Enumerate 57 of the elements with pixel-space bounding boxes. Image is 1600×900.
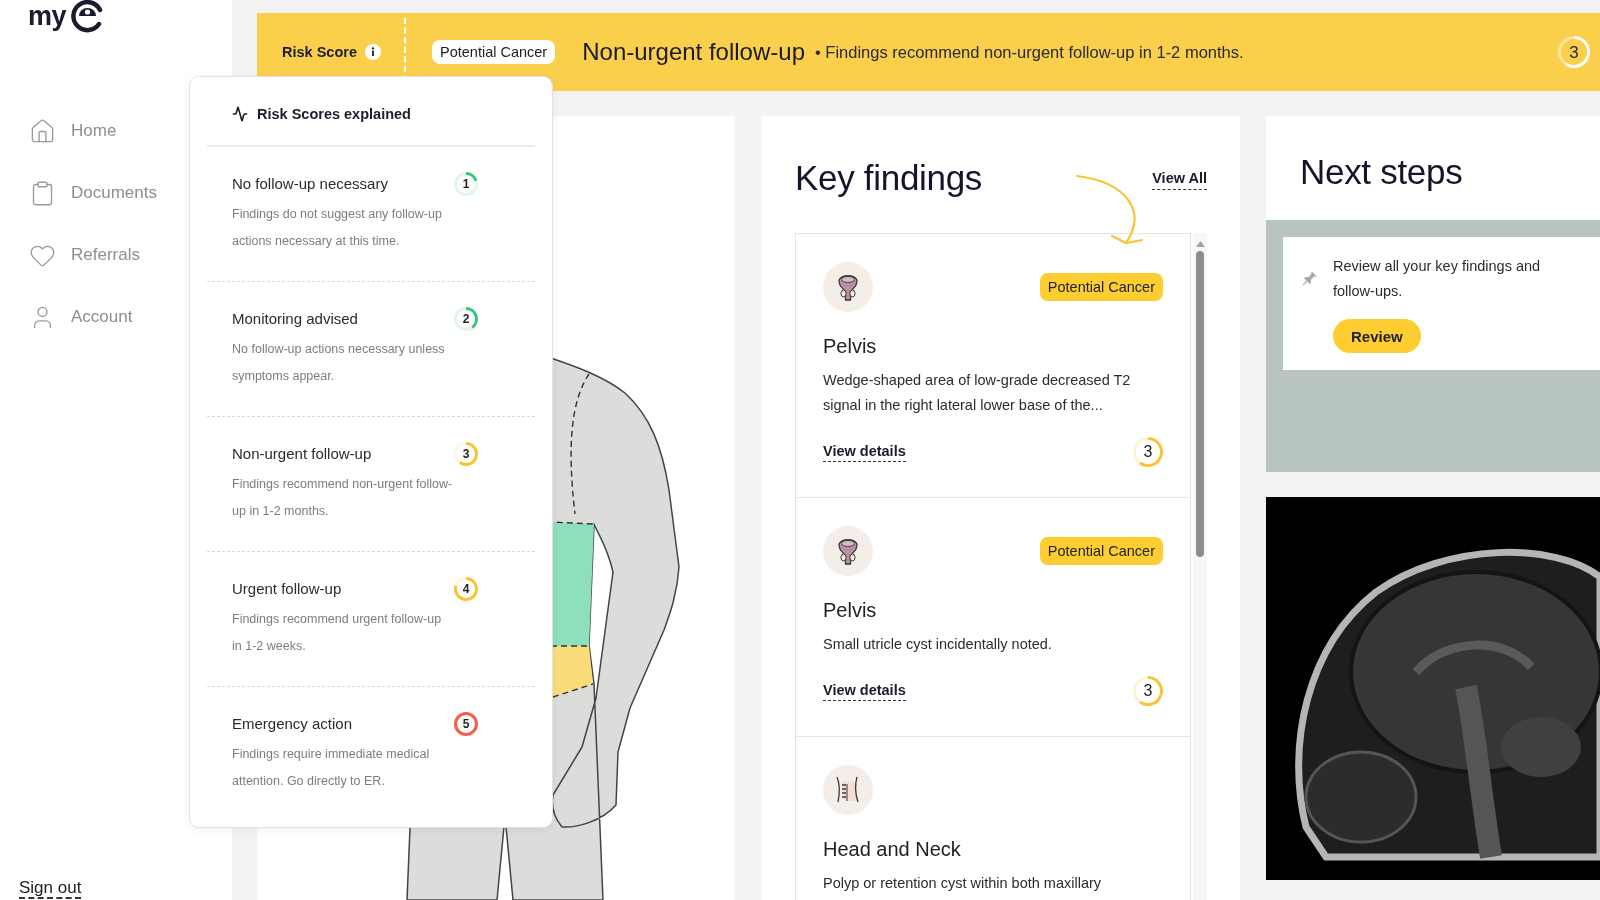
risk-level-description: Findings recommend urgent follow-up in 1-2 weeks.	[232, 611, 443, 655]
sign-out-link[interactable]: Sign out	[19, 878, 82, 899]
finding-region: Pelvis	[823, 598, 878, 622]
risk-level-title: Non-urgent follow-up	[582, 38, 805, 66]
score-number: 3	[1569, 43, 1579, 61]
panel-title: Key findings	[795, 157, 983, 198]
view-all-link[interactable]: View All	[1152, 169, 1207, 190]
score-ring-fill	[1564, 36, 1590, 68]
finding-description: Wedge-shaped area of low-grade decreased T2 signal in the right lateral lower base of the...	[823, 371, 1132, 415]
bladder-icon	[823, 526, 873, 576]
score-ring-track	[454, 307, 473, 331]
risk-level-name: Emergency action	[232, 714, 354, 734]
finding-description: Small utricle cyst incidentally noted.	[823, 635, 1053, 654]
pushpin-icon	[1300, 271, 1317, 288]
scrollbar-thumb[interactable]	[1196, 251, 1204, 557]
risk-level-description: No follow-up actions necessary unless symptoms appear.	[232, 341, 446, 385]
risk-tag: Potential Cancer	[1039, 273, 1163, 301]
risk-level-name: Non-urgent follow-up	[232, 444, 373, 464]
risk-level-description: Findings require immediate medical attention. Go directly to ER.	[232, 746, 431, 790]
scrollbar[interactable]	[1193, 233, 1207, 900]
score-number: 2	[462, 313, 470, 325]
finding-description: Polyp or retention cyst within both maxillary	[823, 874, 1103, 893]
score-number: 3	[1143, 683, 1153, 699]
review-button[interactable]: Review	[1333, 319, 1421, 353]
bladder-icon	[823, 262, 873, 312]
finding-region: Pelvis	[823, 334, 878, 358]
info-icon[interactable]	[364, 44, 381, 60]
risk-level-name: Urgent follow-up	[232, 579, 343, 599]
finding-region: Head and Neck	[823, 837, 962, 861]
pulse-icon	[232, 106, 248, 122]
curved-arrow	[1075, 174, 1145, 246]
popover-title: Risk Scores explained	[257, 106, 411, 122]
score-number: 3	[462, 448, 470, 460]
logo-text: my	[28, 2, 67, 30]
panel-title: Next steps	[1300, 152, 1464, 192]
risk-tag: Potential Cancer	[432, 40, 556, 64]
score-number: 3	[1143, 444, 1153, 460]
view-details-link[interactable]: View details	[823, 442, 906, 462]
house-icon	[29, 117, 56, 145]
risk-level-description: Findings do not suggest any follow-up actions necessary at this time.	[232, 206, 443, 250]
risk-summary: • Findings recommend non-urgent follow-up in 1-2 months.	[815, 42, 1244, 62]
score-ring-track	[454, 172, 478, 196]
risk-level-name: No follow-up necessary	[232, 174, 389, 194]
score-ring-track	[454, 442, 467, 464]
score-number: 4	[462, 583, 470, 595]
view-details-link[interactable]: View details	[823, 681, 906, 701]
score-ring-fill	[1139, 676, 1163, 706]
score-ring-fill	[1139, 437, 1163, 467]
score-number: 5	[462, 718, 470, 730]
score-number: 1	[462, 178, 470, 190]
neck-spine-icon	[823, 765, 873, 815]
task-text: Review all your key findings and follow-ups.	[1333, 257, 1542, 301]
risk-level-name: Monitoring advised	[232, 309, 359, 329]
risk-level-description: Findings recommend non-urgent follow-up in 1-2 months.	[232, 476, 454, 520]
risk-score-label: Risk Score	[282, 44, 357, 60]
risk-tag: Potential Cancer	[1039, 537, 1163, 565]
scroll-up-arrow-icon[interactable]	[1195, 241, 1205, 247]
